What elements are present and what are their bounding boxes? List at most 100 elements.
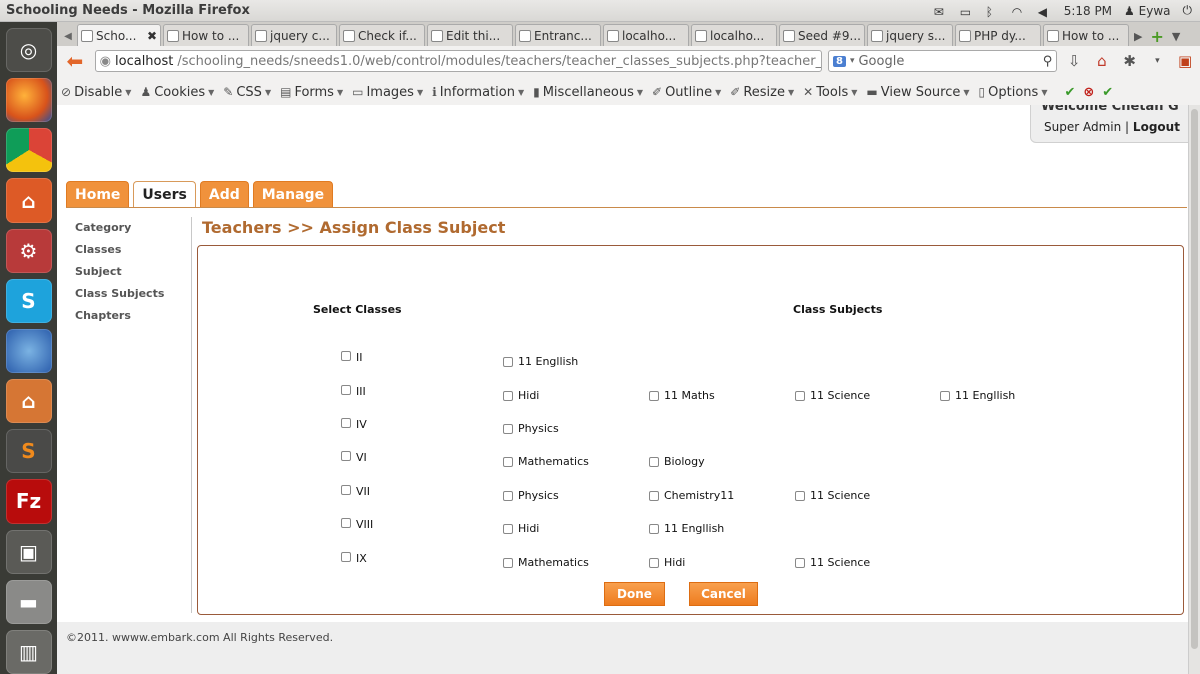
battery-icon[interactable]: ▭	[960, 5, 974, 19]
main-tab-home[interactable]: Home	[66, 181, 130, 207]
browser-tab[interactable]: localho...	[691, 24, 777, 46]
browser-tab[interactable]: jquery s...	[867, 24, 953, 46]
webdev-menu-tools[interactable]: ✕ Tools ▼	[803, 85, 857, 100]
checkbox[interactable]	[341, 551, 351, 562]
tab-scroll-left-icon[interactable]: ◀	[61, 26, 75, 46]
software-center-icon[interactable]: ⌂	[5, 178, 52, 223]
checkbox[interactable]	[503, 390, 513, 401]
webdev-menu-view-source[interactable]: ▬ View Source ▼	[866, 85, 969, 100]
webdev-menu-images[interactable]: ▭ Images ▼	[352, 85, 423, 100]
checkbox[interactable]	[503, 356, 513, 367]
browser-tab[interactable]: Entranc...	[515, 24, 601, 46]
webdev-menu-outline[interactable]: ✐ Outline ▼	[652, 85, 721, 100]
sidebar-item-subject[interactable]: Subject	[75, 265, 193, 287]
search-engine-dropdown-icon[interactable]: ▾	[850, 56, 855, 66]
system-settings-icon[interactable]: ⚙	[5, 228, 52, 273]
tab-scroll-right-icon[interactable]: ▶	[1131, 26, 1145, 46]
checkbox[interactable]	[503, 423, 513, 434]
filezilla-icon[interactable]: Fz	[5, 479, 52, 524]
thunderbird-icon[interactable]	[5, 328, 52, 374]
browser-tab[interactable]: How to ...	[163, 24, 249, 46]
url-bar[interactable]: ◉ localhost/schooling_needs/sneeds1.0/we…	[94, 50, 822, 72]
subject-checkbox[interactable]: 11 Science	[795, 556, 870, 569]
subject-checkbox[interactable]: 11 Engllish	[649, 522, 724, 535]
checkbox[interactable]	[503, 490, 513, 501]
checkbox[interactable]	[341, 350, 351, 361]
subject-checkbox[interactable]: Mathematics	[503, 556, 589, 569]
main-tab-add[interactable]: Add	[199, 181, 249, 207]
checkbox[interactable]	[940, 390, 950, 401]
volume-icon[interactable]: ◀	[1038, 5, 1052, 19]
done-button[interactable]: Done	[604, 582, 665, 606]
new-tab-icon[interactable]: +	[1147, 26, 1166, 46]
dash-icon[interactable]: ◎	[5, 28, 52, 73]
browser-tab[interactable]: Edit thi...	[427, 24, 513, 46]
webdev-menu-forms[interactable]: ▤ Forms ▼	[280, 85, 343, 100]
checkbox[interactable]	[503, 456, 513, 467]
main-tab-users[interactable]: Users	[133, 181, 196, 208]
toolbar-dropdown-icon[interactable]: ▾	[1147, 50, 1169, 72]
sidebar-item-class-subjects[interactable]: Class Subjects	[75, 287, 193, 309]
site-identity-icon[interactable]: ◉	[100, 54, 111, 69]
clock[interactable]: 5:18 PM	[1064, 4, 1112, 18]
subject-checkbox[interactable]: Hidi	[503, 389, 539, 402]
subject-checkbox[interactable]: 11 Engllish	[940, 389, 1015, 402]
browser-tab[interactable]: Seed #9...	[779, 24, 865, 46]
css-valid-icon[interactable]: ✔	[1064, 85, 1075, 100]
checkbox[interactable]	[341, 517, 351, 528]
class-checkbox[interactable]: VI	[341, 449, 367, 464]
scrollbar-thumb[interactable]	[1191, 109, 1198, 649]
vertical-scrollbar[interactable]	[1188, 105, 1200, 674]
subject-checkbox[interactable]: 11 Science	[795, 389, 870, 402]
checkbox[interactable]	[795, 490, 805, 501]
webdev-menu-cookies[interactable]: ♟ Cookies ▼	[140, 85, 214, 100]
checkbox[interactable]	[649, 523, 659, 534]
checkbox[interactable]	[649, 456, 659, 467]
webdev-menu-options[interactable]: ▯ Options ▼	[979, 85, 1048, 100]
cancel-button[interactable]: Cancel	[689, 582, 758, 606]
sublime-text-icon[interactable]: S	[5, 429, 52, 474]
search-engine-icon[interactable]: 8	[832, 55, 846, 67]
sidebar-item-classes[interactable]: Classes	[75, 243, 193, 265]
class-checkbox[interactable]: IX	[341, 550, 367, 565]
checkbox[interactable]	[341, 417, 351, 428]
checkbox[interactable]	[341, 484, 351, 495]
close-tab-icon[interactable]: ✖	[147, 29, 157, 43]
checkbox[interactable]	[503, 523, 513, 534]
bluetooth-icon[interactable]: ᛒ	[986, 5, 1000, 19]
skype-icon[interactable]: S	[5, 278, 52, 323]
sidebar-item-chapters[interactable]: Chapters	[75, 309, 193, 331]
checkbox[interactable]	[649, 557, 659, 568]
webdev-menu-information[interactable]: ℹ Information ▼	[432, 85, 524, 100]
sidebar-item-category[interactable]: Category	[75, 221, 193, 243]
user-menu[interactable]: ♟ Eywa	[1124, 4, 1170, 18]
subject-checkbox[interactable]: Physics	[503, 489, 559, 502]
home-icon[interactable]: ⌂	[1091, 50, 1113, 72]
checkbox[interactable]	[795, 557, 805, 568]
power-icon[interactable]: ⏻	[1183, 3, 1193, 18]
wifi-icon[interactable]: ◠	[1012, 5, 1026, 19]
subject-checkbox[interactable]: Biology	[649, 455, 705, 468]
mail-icon[interactable]: ✉	[934, 5, 948, 19]
workspace-icon[interactable]: ▣	[5, 529, 52, 574]
back-arrow-icon[interactable]: ⬅	[61, 49, 89, 73]
browser-tab[interactable]: Scho... ✖	[77, 24, 161, 46]
search-input[interactable]: Google	[858, 54, 904, 69]
checkbox[interactable]	[341, 450, 351, 461]
checkbox[interactable]	[341, 384, 351, 395]
browser-tab[interactable]: localho...	[603, 24, 689, 46]
class-checkbox[interactable]: IV	[341, 416, 367, 431]
class-checkbox[interactable]: III	[341, 383, 366, 398]
subject-checkbox[interactable]: 11 Engllish	[503, 355, 578, 368]
chrome-icon[interactable]	[5, 128, 52, 173]
class-checkbox[interactable]: II	[341, 349, 363, 364]
checkbox[interactable]	[649, 490, 659, 501]
subject-checkbox[interactable]: Hidi	[503, 522, 539, 535]
subject-checkbox[interactable]: Mathematics	[503, 455, 589, 468]
error-icon[interactable]: ⊗	[1083, 85, 1094, 100]
browser-tab[interactable]: Check if...	[339, 24, 425, 46]
addon-icon[interactable]: ✱	[1119, 50, 1141, 72]
checkbox[interactable]	[649, 390, 659, 401]
addon-red-icon[interactable]: ▣	[1174, 50, 1196, 72]
html-valid-icon[interactable]: ✔	[1102, 85, 1113, 100]
